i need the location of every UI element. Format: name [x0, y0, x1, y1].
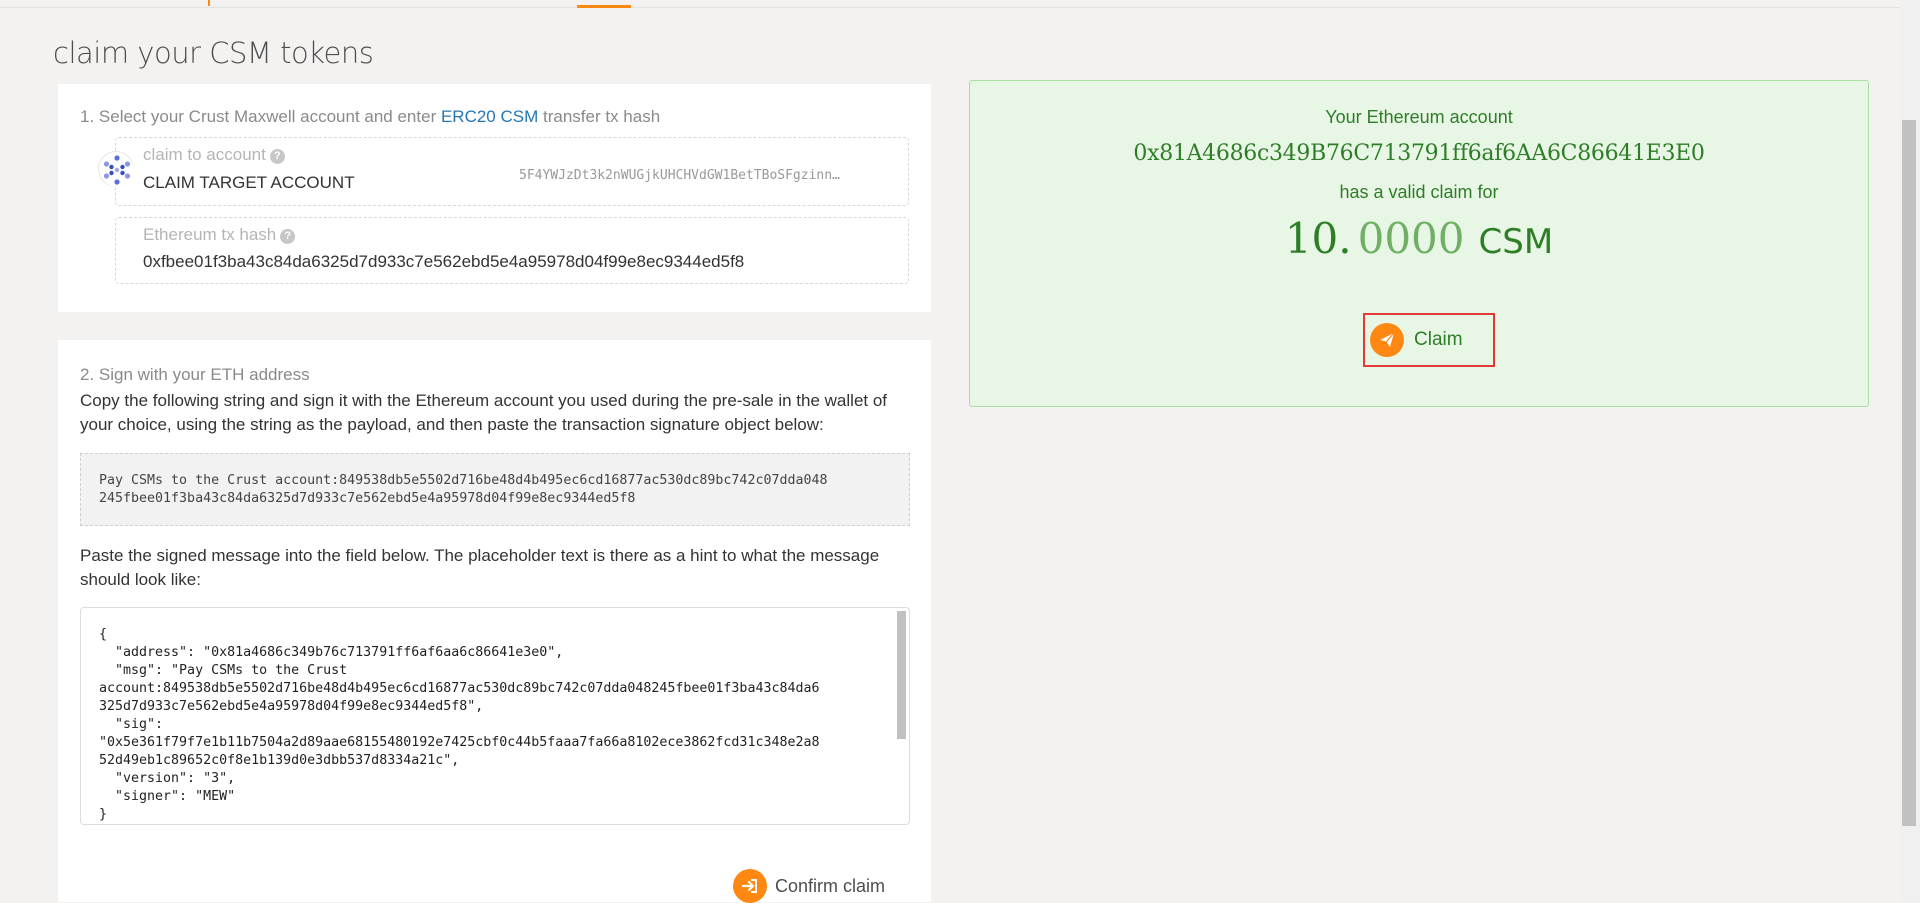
account-name: CLAIM TARGET ACCOUNT [143, 173, 355, 192]
top-navigation-bar [0, 0, 1900, 8]
page-scrollbar[interactable] [1899, 0, 1920, 902]
claim-amount-integer: 10. [1284, 214, 1352, 263]
claim-account-selector[interactable]: claim to account? CLAIM TARGET ACCOUNT 5… [115, 137, 909, 206]
textarea-scrollbar[interactable] [896, 609, 908, 805]
valid-claim-text: has a valid claim for [1339, 182, 1499, 202]
textarea-scrollbar-thumb[interactable] [897, 611, 906, 739]
erc20-csm-link[interactable]: ERC20 CSM [441, 107, 538, 126]
sign-in-arrow-icon [732, 869, 767, 903]
page-title: claim your CSM tokens [53, 36, 374, 70]
confirm-claim-button[interactable]: Confirm claim [732, 869, 885, 903]
claim-result-panel: Your Ethereum account 0x81A4686c349B76C7… [969, 80, 1869, 407]
step1-title-suffix: transfer tx hash [538, 107, 661, 126]
active-tab-indicator [577, 5, 631, 8]
eth-tx-hash-label-text: Ethereum tx hash [143, 225, 277, 244]
claim-button-label: Claim [1414, 329, 1463, 350]
step2-card: 2. Sign with your ETH address Copy the f… [58, 340, 931, 903]
question-icon[interactable]: ? [280, 229, 296, 244]
step2-instructions: Copy the following string and sign it wi… [80, 391, 888, 434]
page-scrollbar-thumb[interactable] [1902, 120, 1916, 826]
claim-button[interactable]: Claim [1363, 313, 1495, 367]
eth-account-address: 0x81A4686c349B76C713791ff6af6AA6C86641E3… [1133, 141, 1705, 166]
account-address: 5F4YWJzDt3k2nWUGjkUHCHVdGW1BetTBoSFgzinn… [519, 168, 840, 183]
question-icon[interactable]: ? [269, 149, 285, 164]
claim-amount: 10. 0000 CSM [970, 214, 1868, 263]
account-identicon[interactable] [98, 151, 134, 187]
nav-mark [208, 0, 210, 6]
signed-message-content: { "address": "0x81a4686c349b76c713791ff6… [99, 627, 820, 822]
claim-amount-decimal: 0000 [1357, 214, 1465, 263]
sign-payload-block[interactable]: Pay CSMs to the Crust account:849538db5e… [80, 453, 910, 526]
eth-tx-hash-label: Ethereum tx hash? [143, 225, 296, 245]
signed-message-textarea[interactable]: { "address": "0x81a4686c349b76c713791ff6… [80, 607, 910, 825]
claim-account-label: claim to account? [143, 145, 285, 165]
step2-title: 2. Sign with your ETH address [80, 365, 310, 384]
step1-title: 1. Select your Crust Maxwell account and… [80, 107, 660, 127]
claim-account-label-text: claim to account [143, 145, 266, 164]
step1-title-prefix: 1. Select your Crust Maxwell account and… [80, 107, 441, 126]
claim-amount-unit: CSM [1478, 222, 1554, 262]
paste-hint: Paste the signed message into the field … [80, 546, 880, 589]
eth-tx-hash-field[interactable]: Ethereum tx hash? 0xfbee01f3ba43c84da632… [115, 217, 909, 284]
eth-account-label: Your Ethereum account [1325, 107, 1513, 127]
eth-tx-hash-value: 0xfbee01f3ba43c84da6325d7d933c7e562ebd5e… [143, 252, 745, 271]
step1-card: 1. Select your Crust Maxwell account and… [58, 84, 931, 312]
confirm-claim-label: Confirm claim [774, 875, 885, 896]
paper-plane-icon [1370, 323, 1404, 357]
